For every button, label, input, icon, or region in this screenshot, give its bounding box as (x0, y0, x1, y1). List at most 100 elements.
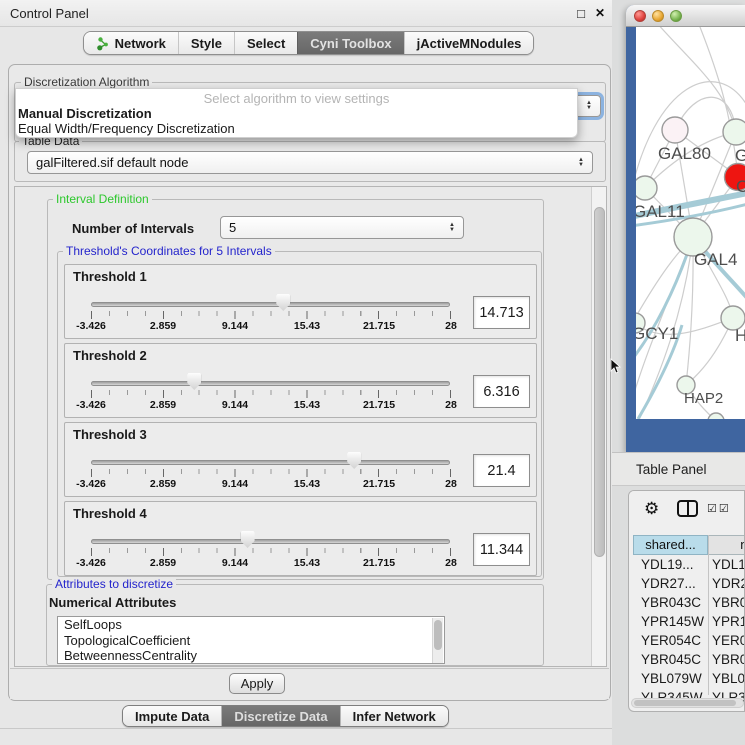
algorithm-dropdown-popup: Select algorithm to view settings Manual… (15, 88, 578, 138)
control-panel: Control Panel □ ✕ Network Style Select C… (0, 0, 618, 745)
slider-track[interactable] (91, 302, 450, 307)
tab-infer-network[interactable]: Infer Network (340, 706, 448, 726)
control-panel-titlebar: Control Panel □ ✕ (0, 0, 617, 27)
close-icon[interactable]: ✕ (595, 6, 605, 20)
gear-icon[interactable]: ⚙ (644, 499, 659, 519)
tick-label: 2.859 (150, 557, 176, 569)
dropdown-option-manual[interactable]: Manual Discretization (16, 106, 577, 121)
tab-cyni-toolbox[interactable]: Cyni Toolbox (297, 32, 403, 54)
table-toolbar: ⚙ ☑☑ (629, 491, 744, 529)
cell-name[interactable]: YIL0 (708, 709, 745, 712)
node-gal80[interactable] (662, 117, 688, 143)
table-hscrollbar-thumb[interactable] (634, 700, 736, 706)
cell-shared-name[interactable]: YER054C (633, 633, 708, 648)
slider-track[interactable] (91, 539, 450, 544)
combo-spinner-icon: ▲▼ (449, 223, 455, 233)
cell-shared-name[interactable]: YBR045C (633, 652, 708, 667)
tick-label: -3.426 (76, 478, 106, 490)
slider-thumb[interactable] (187, 373, 201, 390)
discretization-algorithm-label: Discretization Algorithm (21, 75, 152, 89)
cell-shared-name[interactable]: YIL052C (633, 709, 708, 712)
interval-definition-label: Interval Definition (53, 192, 152, 206)
cyni-main-panel: Discretization Algorithm ▲▼ Select algor… (8, 64, 611, 701)
list-item[interactable]: BetweennessCentrality (58, 648, 444, 664)
cell-name[interactable]: YDR2 (708, 576, 745, 591)
combo-spinner-icon: ▲▼ (578, 158, 584, 168)
cell-name[interactable]: YDL1 (708, 557, 745, 572)
tab-impute-data[interactable]: Impute Data (123, 706, 221, 726)
table-body: YDL19... YDL1 YDR27... YDR2 YBR043C YBR0… (633, 555, 745, 712)
column-header-name[interactable]: na (708, 535, 745, 555)
tick-label: 21.715 (363, 478, 395, 490)
tick-label: 15.43 (294, 320, 320, 332)
tick-label: 9.144 (222, 399, 248, 411)
slider-track[interactable] (91, 460, 450, 465)
network-canvas[interactable]: GAL80 G C GAL11 GAL4 GCY1 H HAP2 (636, 27, 745, 419)
tick-label: 2.859 (150, 478, 176, 490)
tab-select[interactable]: Select (234, 32, 297, 54)
table-row[interactable]: YER054C YER0 (633, 631, 745, 650)
table-row[interactable]: YBL079W YBL0 (633, 669, 745, 688)
table-row[interactable]: YDL19... YDL1 (633, 555, 745, 574)
cell-shared-name[interactable]: YBL079W (633, 671, 708, 686)
attributes-group-label: Attributes to discretize (52, 577, 176, 591)
column-browser-icon[interactable] (677, 500, 698, 517)
mac-minimize-icon[interactable] (652, 10, 664, 22)
list-item[interactable]: TopologicalCoefficient (58, 633, 444, 649)
threshold-value-field[interactable]: 6.316 (473, 375, 530, 408)
tick-label: 15.43 (294, 478, 320, 490)
cell-name[interactable]: YPR1 (708, 614, 745, 629)
cell-name[interactable]: YBL0 (708, 671, 745, 686)
tab-style[interactable]: Style (178, 32, 234, 54)
tick-label: -3.426 (76, 399, 106, 411)
table-row[interactable]: YPR145W YPR1 (633, 612, 745, 631)
apply-row: Apply (10, 668, 609, 699)
threshold-value-field[interactable]: 21.4 (473, 454, 530, 487)
table-header-row: shared... na (633, 535, 745, 555)
cell-name[interactable]: YBR0 (708, 652, 745, 667)
table-row[interactable]: YDR27... YDR2 (633, 574, 745, 593)
table-row[interactable]: YBR045C YBR0 (633, 650, 745, 669)
threshold-value-field[interactable]: 11.344 (473, 533, 530, 566)
tick-label: 28 (445, 557, 457, 569)
numerical-attributes-label: Numerical Attributes (49, 595, 176, 610)
dropdown-option-equal-width[interactable]: Equal Width/Frequency Discretization (16, 121, 577, 136)
threshold-value-field[interactable]: 14.713 (473, 296, 530, 329)
tab-network[interactable]: Network (84, 32, 178, 54)
number-of-intervals-label: Number of Intervals (72, 221, 194, 236)
cell-shared-name[interactable]: YBR043C (633, 595, 708, 610)
mac-zoom-icon[interactable] (670, 10, 682, 22)
slider-thumb[interactable] (276, 294, 290, 311)
cell-shared-name[interactable]: YDR27... (633, 576, 708, 591)
mac-close-icon[interactable] (634, 10, 646, 22)
list-item[interactable]: SelfLoops (58, 617, 444, 633)
slider-major-ticks (91, 390, 451, 398)
tab-discretize-data[interactable]: Discretize Data (221, 706, 339, 726)
cell-name[interactable]: YBR0 (708, 595, 745, 610)
tick-label: 21.715 (363, 557, 395, 569)
table-data-combobox[interactable]: galFiltered.sif default node ▲▼ (27, 151, 593, 174)
cell-shared-name[interactable]: YPR145W (633, 614, 708, 629)
apply-button[interactable]: Apply (229, 673, 285, 694)
list-scrollbar[interactable] (432, 618, 443, 663)
cell-name[interactable]: YER0 (708, 633, 745, 648)
table-hscrollbar[interactable] (631, 698, 744, 708)
float-icon[interactable]: □ (577, 6, 585, 21)
tab-jactivemnodules[interactable]: jActiveMNodules (404, 32, 534, 54)
tick-label: 28 (445, 478, 457, 490)
slider-track[interactable] (91, 381, 450, 386)
numerical-attributes-list[interactable]: SelfLoops TopologicalCoefficient Between… (57, 616, 445, 664)
slider-thumb[interactable] (241, 531, 255, 548)
node-gal11[interactable] (636, 176, 657, 200)
slider-thumb[interactable] (347, 452, 361, 469)
cell-shared-name[interactable]: YDL19... (633, 557, 708, 572)
settings-scrollbar-track[interactable] (591, 187, 606, 666)
column-header-shared-name[interactable]: shared... (633, 535, 708, 555)
table-row[interactable]: YBR043C YBR0 (633, 593, 745, 612)
threshold-panel: Threshold 1 -3.426 2.859 9.144 15.43 21.… (64, 264, 537, 339)
number-of-intervals-combobox[interactable]: 5 ▲▼ (220, 216, 464, 239)
node-bottom-partial[interactable] (708, 413, 724, 419)
checkbox-filter-icons[interactable]: ☑☑ (707, 502, 731, 515)
settings-scrollbar-thumb[interactable] (594, 207, 605, 557)
node-top-right[interactable] (723, 119, 745, 145)
